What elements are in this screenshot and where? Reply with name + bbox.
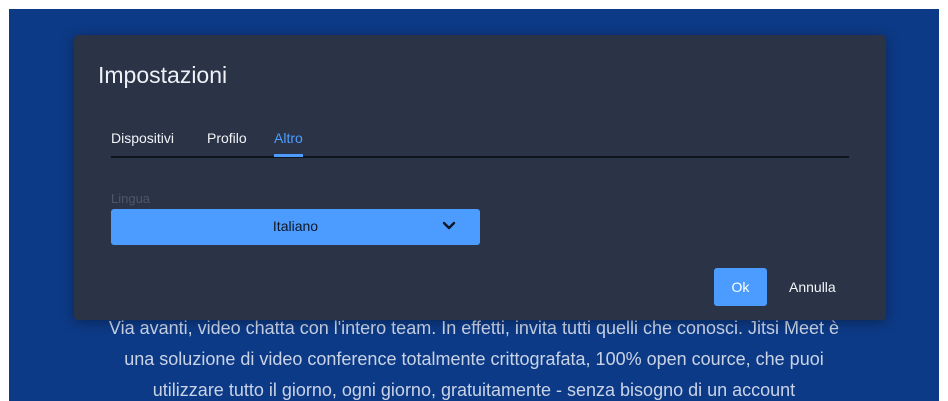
ok-button[interactable]: Ok: [714, 268, 767, 306]
tab-profile[interactable]: Profilo: [207, 130, 247, 154]
language-select[interactable]: Italiano: [111, 209, 480, 245]
app-background: Via avanti, video chatta con l'intero te…: [9, 9, 939, 401]
settings-tabs: Dispositivi Profilo Altro: [111, 130, 849, 158]
welcome-line-2: una soluzione di video conference totalm…: [124, 349, 824, 369]
dialog-title: Impostazioni: [98, 62, 228, 88]
settings-dialog: Impostazioni Dispositivi Profilo Altro L…: [74, 35, 886, 320]
welcome-description: Via avanti, video chatta con l'intero te…: [9, 313, 939, 401]
chevron-down-icon: [442, 221, 456, 230]
language-selected-value: Italiano: [272, 218, 319, 234]
tab-devices[interactable]: Dispositivi: [111, 130, 174, 154]
welcome-line-3: utilizzare tutto il giorno, ogni giorno,…: [152, 380, 796, 400]
tab-more[interactable]: Altro: [274, 130, 303, 157]
language-label: Lingua: [111, 191, 151, 206]
cancel-button[interactable]: Annulla: [779, 268, 846, 306]
